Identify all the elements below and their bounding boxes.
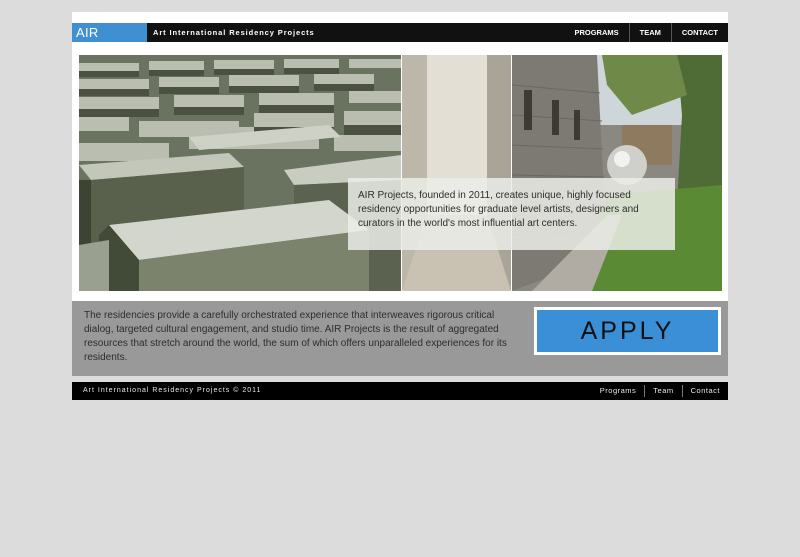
footer-nav-programs[interactable]: Programs [592, 385, 645, 397]
brick-alley-illustration [512, 55, 722, 291]
apply-button-frame: APPLY [534, 307, 721, 355]
header-bar: AIR Projects Art International Residency… [72, 23, 728, 59]
footer-bar: Art International Residency Projects © 2… [72, 382, 728, 400]
footer-copyright: Art International Residency Projects © 2… [83, 387, 262, 394]
main-nav: PROGRAMS TEAM CONTACT [564, 23, 728, 42]
nav-team[interactable]: TEAM [628, 23, 671, 42]
apply-button[interactable]: APPLY [537, 310, 718, 352]
hero-photo-white-room [402, 55, 511, 291]
hero-photo-concrete-blocks [79, 55, 401, 291]
concrete-blocks-illustration [79, 55, 401, 291]
footer-nav-contact[interactable]: Contact [681, 385, 728, 397]
site-tagline: Art International Residency Projects [153, 28, 315, 37]
description-text: The residencies provide a carefully orch… [84, 310, 507, 363]
hero-section: AIR Projects, founded in 2011, creates u… [72, 42, 728, 305]
white-room-illustration [402, 55, 511, 291]
site-logo[interactable]: AIR Projects [72, 23, 147, 59]
hero-image: AIR Projects, founded in 2011, creates u… [79, 55, 722, 291]
page-container: AIR Projects Art International Residency… [72, 12, 728, 400]
nav-contact[interactable]: CONTACT [670, 23, 728, 42]
footer-nav-team[interactable]: Team [644, 385, 681, 397]
nav-programs[interactable]: PROGRAMS [564, 23, 628, 42]
hero-overlay-caption: AIR Projects, founded in 2011, creates u… [348, 178, 675, 250]
description-band: The residencies provide a carefully orch… [72, 301, 728, 376]
top-white-strip [72, 12, 728, 23]
footer-nav: Programs Team Contact [592, 382, 728, 400]
hero-photo-brick-alley [512, 55, 722, 291]
